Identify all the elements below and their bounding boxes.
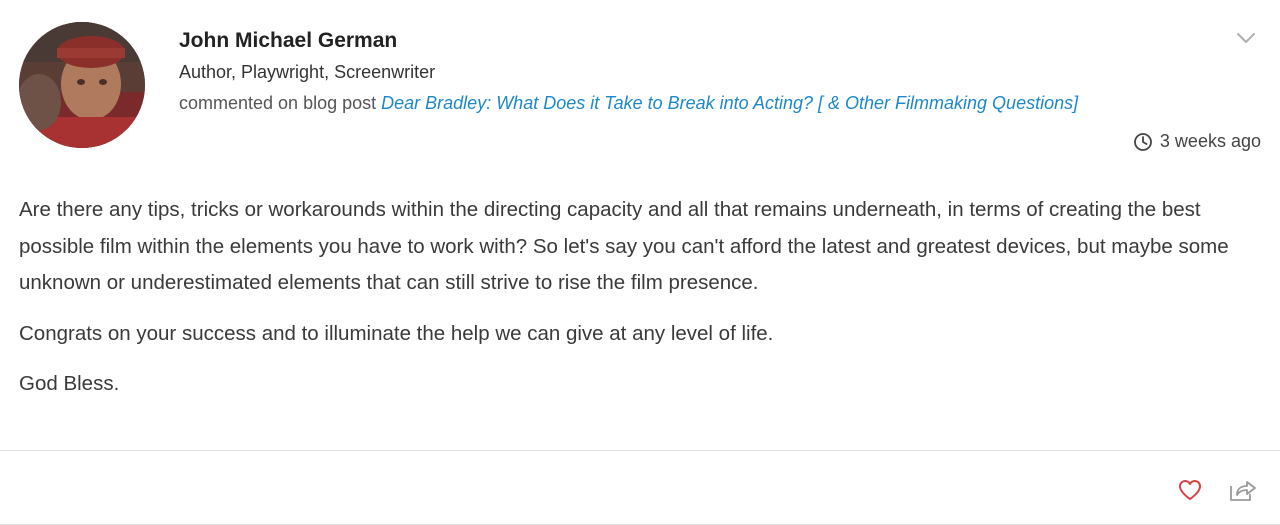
clock-icon [1134,132,1152,151]
comment-paragraph: Congrats on your success and to illumina… [19,321,774,345]
heart-icon [1179,480,1201,500]
timestamp: 3 weeks ago [1133,131,1261,152]
activity-card: John Michael German Author, Playwright, … [0,0,1280,525]
activity-prefix: commented on blog post [179,93,377,113]
chevron-down-icon[interactable] [1234,28,1258,48]
share-button[interactable] [1228,475,1258,505]
share-icon [1230,481,1256,501]
post-actions [1175,475,1258,505]
divider [0,450,1280,451]
avatar-image [19,22,145,148]
author-name[interactable]: John Michael German [179,28,1220,54]
avatar[interactable] [19,22,145,148]
blog-post-link[interactable]: Dear Bradley: What Does it Take to Break… [381,93,1078,113]
activity-description: commented on blog post Dear Bradley: Wha… [179,92,1220,114]
post-header: John Michael German Author, Playwright, … [179,28,1220,114]
timestamp-text: 3 weeks ago [1159,131,1261,151]
comment-paragraph: Are there any tips, tricks or workaround… [19,198,1229,294]
comment-paragraph: God Bless. [19,372,120,395]
author-title: Author, Playwright, Screenwriter [179,62,436,82]
like-button[interactable] [1175,475,1205,505]
comment-body: Are there any tips, tricks or workaround… [19,192,1264,417]
